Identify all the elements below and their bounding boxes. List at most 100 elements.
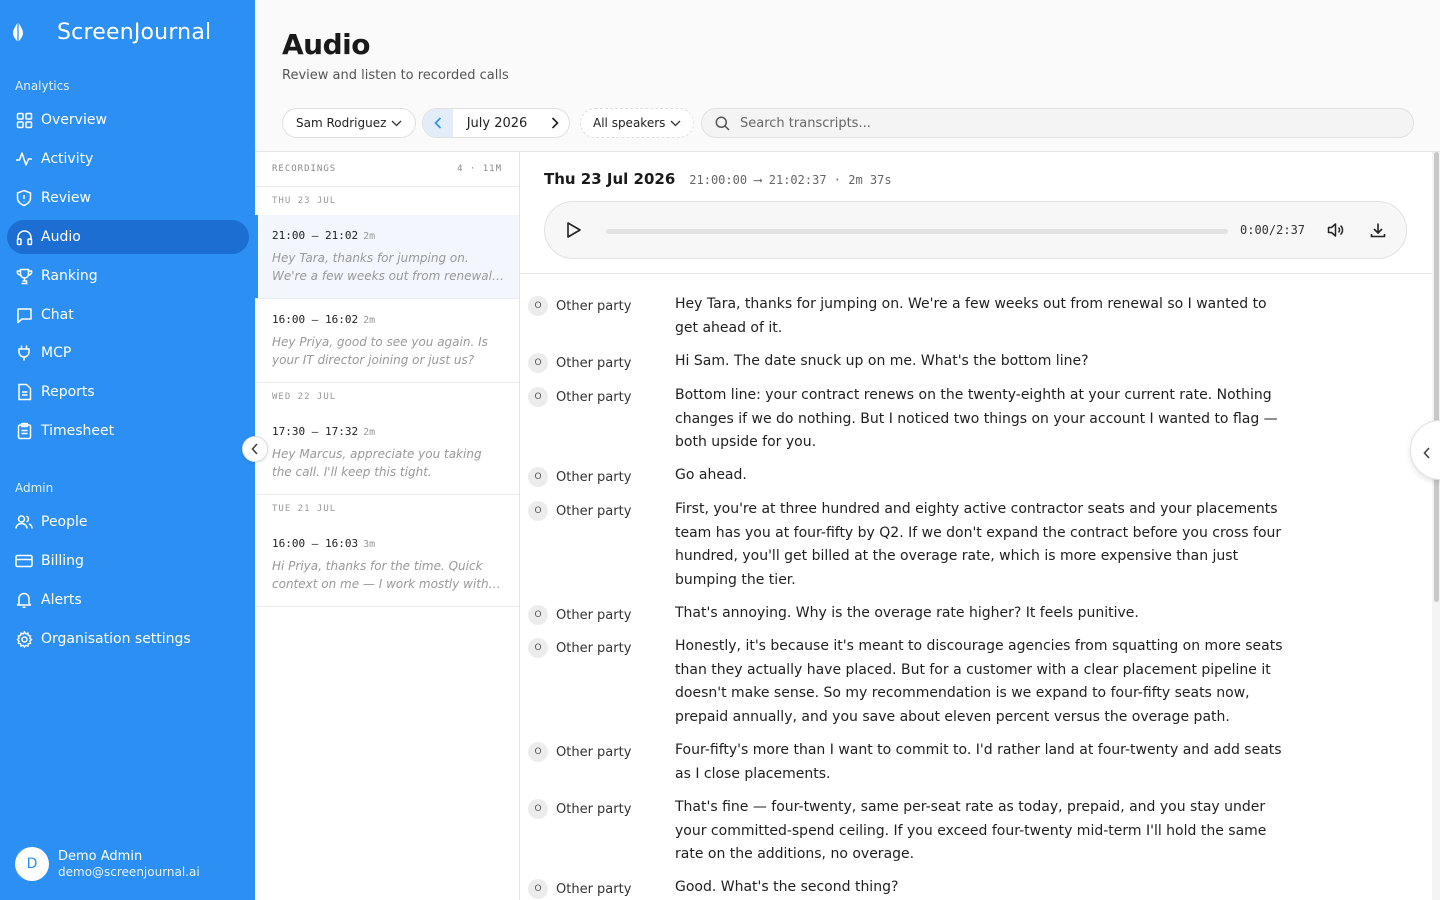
filter-bar: Sam Rodriguez July 2026 All speakers xyxy=(255,96,1440,152)
recording-time-row: 16:00 – 16:02 2m xyxy=(272,313,505,326)
speaker: O Other party xyxy=(528,296,631,316)
speaker: O Other party xyxy=(528,638,631,658)
speaker-badge: O xyxy=(528,467,548,487)
chevron-down-icon xyxy=(670,120,681,127)
speaker: O Other party xyxy=(528,501,631,521)
nav-item-timesheet[interactable]: Timesheet xyxy=(7,414,249,448)
speaker-name: Other party xyxy=(556,640,632,656)
transcript-text: Honestly, it's because it's meant to dis… xyxy=(675,638,1283,725)
nav-label: People xyxy=(41,514,88,530)
nav-item-chat[interactable]: Chat xyxy=(7,298,249,332)
speaker-badge: O xyxy=(528,879,548,899)
nav-label: Alerts xyxy=(41,592,82,608)
speaker: O Other party xyxy=(528,467,631,487)
recordings-summary: 4 · 11M xyxy=(457,164,502,174)
recording-item[interactable]: 16:00 – 16:02 2m Hey Priya, good to see y… xyxy=(255,299,519,383)
speaker: O Other party xyxy=(528,879,631,899)
speaker-name: Other party xyxy=(556,503,632,519)
grid-icon xyxy=(15,111,33,129)
person-select-value: Sam Rodriguez xyxy=(296,116,387,130)
recordings-list: RECORDINGS 4 · 11M THU 23 JUL 21:00 – 21… xyxy=(255,152,520,900)
recording-snippet: Hey Marcus, appreciate you taking the ca… xyxy=(272,447,482,479)
speaker-name: Other party xyxy=(556,801,632,817)
nav-item-ranking[interactable]: Ranking xyxy=(7,259,249,293)
speaker: O Other party xyxy=(528,387,631,407)
person-select[interactable]: Sam Rodriguez xyxy=(282,108,417,138)
bell-icon xyxy=(15,591,33,609)
nav-item-people[interactable]: People xyxy=(7,505,249,539)
gear-icon xyxy=(15,630,33,648)
card-icon xyxy=(15,552,33,570)
nav-label: Overview xyxy=(41,112,107,128)
speakers-select[interactable]: All speakers xyxy=(580,108,695,138)
speaker-name: Other party xyxy=(556,355,632,371)
nav-item-billing[interactable]: Billing xyxy=(7,544,249,578)
user-email: demo@screenjournal.ai xyxy=(58,865,200,879)
next-month-button[interactable] xyxy=(541,117,569,129)
nav-item-audio[interactable]: Audio xyxy=(7,220,249,254)
nav-item-overview[interactable]: Overview xyxy=(7,103,249,137)
play-button[interactable] xyxy=(565,221,582,243)
speaker: O Other party xyxy=(528,605,631,625)
clipboard-icon xyxy=(15,422,33,440)
speaker-name: Other party xyxy=(556,469,632,485)
speaker: O Other party xyxy=(528,799,631,819)
nav-label: Billing xyxy=(41,553,84,569)
transcript-text: Hi Sam. The date snuck up on me. What's … xyxy=(675,353,1089,369)
speaker-badge: O xyxy=(528,799,548,819)
speaker-name: Other party xyxy=(556,298,632,314)
collapse-list-button[interactable] xyxy=(242,436,268,462)
nav-label: Timesheet xyxy=(41,423,115,439)
nav-item-alerts[interactable]: Alerts xyxy=(7,583,249,617)
nav-item-reports[interactable]: Reports xyxy=(7,375,249,409)
recording-item[interactable]: 16:00 – 16:03 3m Hi Priya, thanks for the… xyxy=(255,523,519,607)
recording-detail: Thu 23 Jul 2026 21:00:00 ⟶ 21:02:37 · 2m… xyxy=(520,152,1432,900)
nav-label: MCP xyxy=(41,345,72,361)
previous-month-button[interactable] xyxy=(423,109,453,137)
recording-item[interactable]: 21:00 – 21:02 2m Hey Tara, thanks for jum… xyxy=(255,215,519,299)
speaker-name: Other party xyxy=(556,881,632,897)
day-header: TUE 21 JUL xyxy=(255,495,519,523)
avatar: D xyxy=(15,847,49,881)
recording-time-row: 17:30 – 17:32 2m xyxy=(272,425,505,438)
nav-item-review[interactable]: Review xyxy=(7,181,249,215)
recordings-header: RECORDINGS 4 · 11M xyxy=(255,152,519,187)
nav-item-activity[interactable]: Activity xyxy=(7,142,249,176)
search-input[interactable] xyxy=(740,115,1380,131)
transcript-text: First, you're at three hundred and eight… xyxy=(675,501,1282,588)
speaker-badge: O xyxy=(528,742,548,762)
page-subtitle: Review and listen to recorded calls xyxy=(282,68,509,83)
day-header: THU 23 JUL xyxy=(255,187,519,215)
nav-item-mcp[interactable]: MCP xyxy=(7,336,249,370)
brand[interactable]: ScreenJournal xyxy=(0,16,255,48)
recording-time: 16:00 – 16:02 xyxy=(272,313,359,326)
plug-icon xyxy=(15,344,33,362)
nav-item-organisation-settings[interactable]: Organisation settings xyxy=(7,622,249,656)
speaker-badge: O xyxy=(528,605,548,625)
scrollbar-thumb[interactable] xyxy=(1434,152,1439,602)
recording-time-row: 16:00 – 16:03 3m xyxy=(272,537,505,550)
speaker-name: Other party xyxy=(556,389,632,405)
recording-time: 17:30 – 17:32 xyxy=(272,425,359,438)
speaker: O Other party xyxy=(528,742,631,762)
speaker-name: Other party xyxy=(556,607,632,623)
volume-button[interactable] xyxy=(1327,222,1345,242)
app-name: ScreenJournal xyxy=(57,19,212,45)
recording-time: 21:00 – 21:02 xyxy=(272,229,359,242)
shield-icon xyxy=(15,189,33,207)
recording-duration: 2m xyxy=(363,315,376,326)
trophy-icon xyxy=(15,267,33,285)
divider xyxy=(520,273,1432,274)
speaker-badge: O xyxy=(528,501,548,521)
transcript-text: Bottom line: your contract renews on the… xyxy=(675,387,1278,450)
recording-item[interactable]: 17:30 – 17:32 2m Hey Marcus, appreciate y… xyxy=(255,411,519,495)
transcript-text: That's fine — four-twenty, same per-seat… xyxy=(675,799,1267,862)
activity-icon xyxy=(15,150,33,168)
month-picker: July 2026 xyxy=(422,108,570,138)
user-profile[interactable]: D Demo Admin demo@screenjournal.ai xyxy=(15,847,200,881)
progress-track[interactable] xyxy=(606,229,1228,234)
chevron-down-icon xyxy=(391,120,402,127)
speakers-select-value: All speakers xyxy=(593,116,666,130)
people-icon xyxy=(15,513,33,531)
download-button[interactable] xyxy=(1370,222,1386,242)
